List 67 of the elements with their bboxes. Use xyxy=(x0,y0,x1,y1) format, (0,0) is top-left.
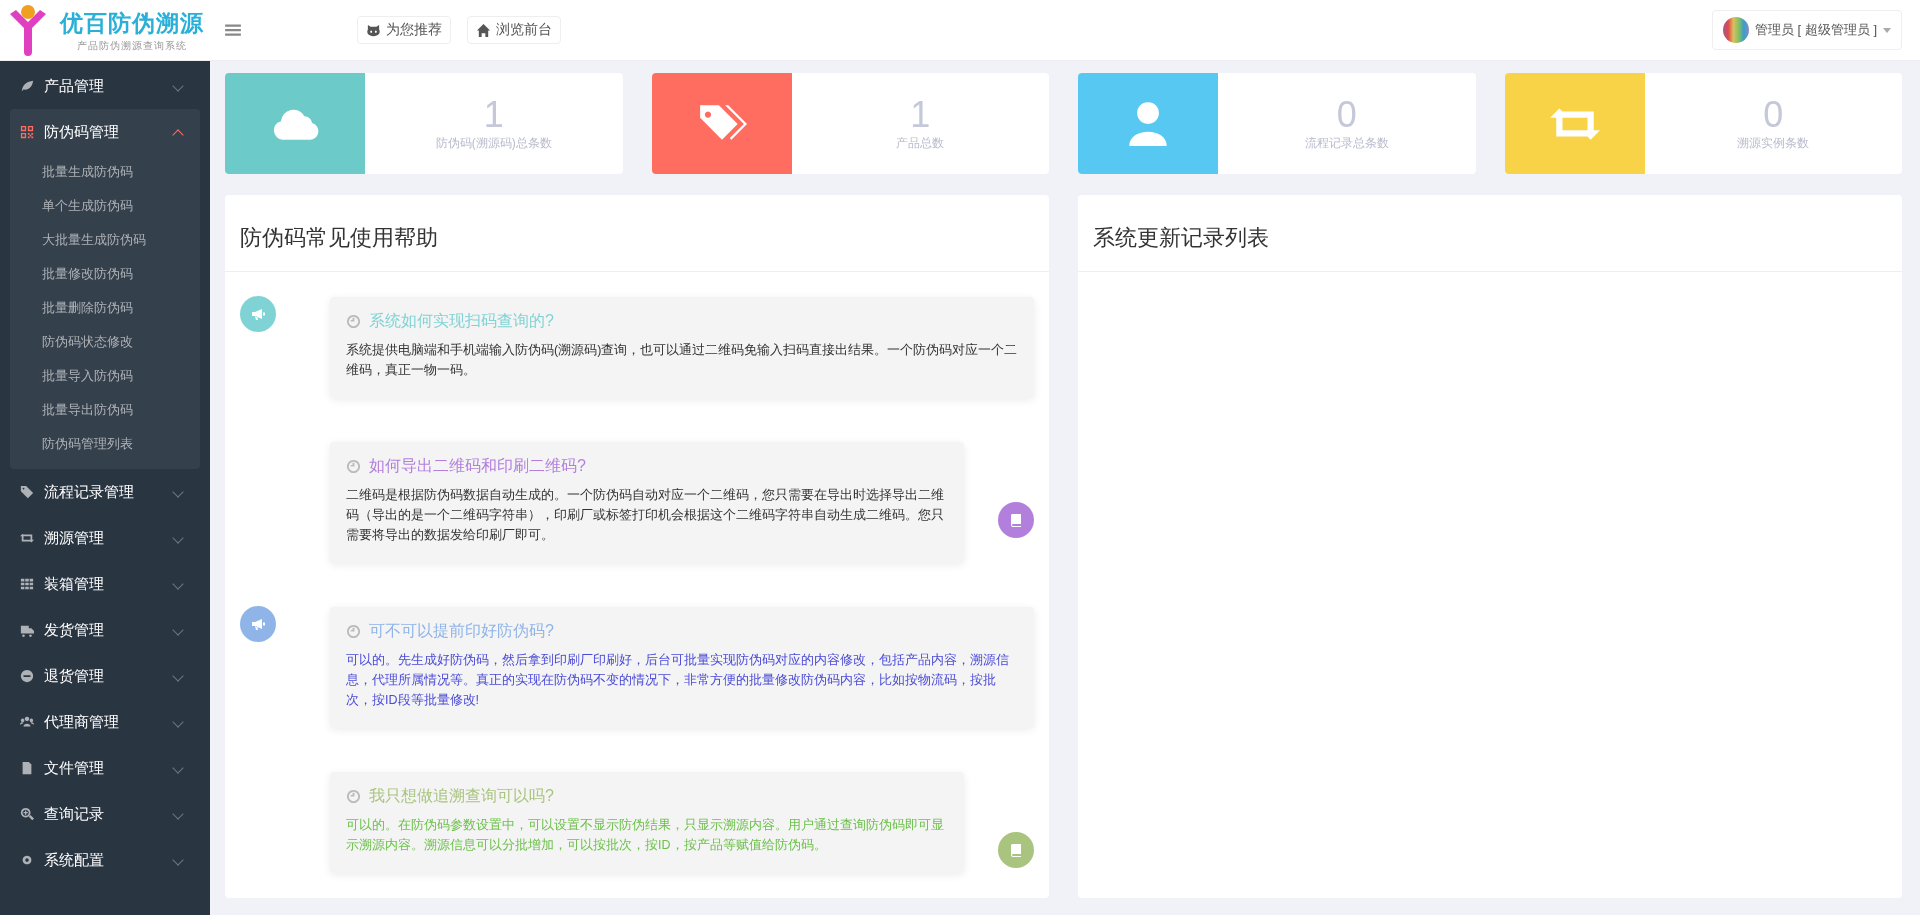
stat-value: 0 xyxy=(1336,95,1357,135)
help-text: 可以的。先生成好防伪码，然后拿到印刷厂印刷好，后台可批量实现防伪码对应的内容修改，包括产品内容，溯源信息，代理所属情况等。真正的实现在防伪码不变的情况下，非常方便的批量修改防伪码内容，比如按物流码，按批次，按ID段等批量修改! xyxy=(346,652,1010,709)
sidebar-item[interactable]: 产品管理 xyxy=(10,63,200,109)
megaphone-icon xyxy=(250,616,266,632)
help-text: 系统提供电脑端和手机端输入防伪码(溯源码)查询，也可以通过二维码免输入扫码直接出结果。一个防伪码对应一个二维码，真正一物一码。 xyxy=(346,342,1018,379)
clock-icon xyxy=(346,459,361,474)
file-icon xyxy=(20,761,34,775)
sidebar-item[interactable]: 装箱管理 xyxy=(10,561,200,607)
user-menu[interactable]: 管理员 [ 超级管理员 ] xyxy=(1711,10,1902,50)
book-icon xyxy=(1008,842,1024,858)
sidebar-item[interactable]: 系统配置 xyxy=(10,837,200,883)
logo-subtitle: 产品防伪溯源查询系统 xyxy=(77,38,187,53)
panel-title: 防伪码常见使用帮助 xyxy=(225,195,1049,272)
submenu-item[interactable]: 防伪码状态修改 xyxy=(10,325,200,359)
book-icon xyxy=(1008,512,1024,528)
tag-icon xyxy=(20,485,34,499)
stat-label: 溯源实例条数 xyxy=(1737,135,1810,152)
leaf-icon xyxy=(20,79,34,93)
stat-label: 流程记录总条数 xyxy=(1304,135,1389,152)
menu-icon xyxy=(224,21,242,39)
help-title: 如何导出二维码和印刷二维码? xyxy=(369,456,586,476)
header-button[interactable]: 为您推荐 xyxy=(357,16,451,44)
clock-icon xyxy=(346,624,361,639)
clock-icon xyxy=(346,314,361,329)
stat-label: 防伪码(溯源码)总条数 xyxy=(435,135,552,152)
truck-icon xyxy=(20,623,34,637)
caret-icon xyxy=(1883,27,1891,33)
help-text: 可以的。在防伪码参数设置中，可以设置不显示防伪结果，只显示溯源内容。用户通过查询防伪码即可显示溯源内容。溯源信息可以分批增加，可以按批次，按ID，按产品等赋值给防伪码。 xyxy=(346,817,945,854)
sidebar-item[interactable]: 文件管理 xyxy=(10,745,200,791)
sidebar-item[interactable]: 流程记录管理 xyxy=(10,469,200,515)
sidebar-item[interactable]: 查询记录 xyxy=(10,791,200,837)
sidebar-item[interactable]: 溯源管理 xyxy=(10,515,200,561)
submenu-item[interactable]: 大批量生成防伪码 xyxy=(10,223,200,257)
stat-value: 1 xyxy=(483,95,504,135)
submenu-item[interactable]: 防伪码管理列表 xyxy=(10,427,200,461)
logo-title: 优百防伪溯源 xyxy=(60,8,204,38)
home-icon xyxy=(476,22,491,38)
help-title: 系统如何实现扫码查询的? xyxy=(369,311,554,331)
submenu-item[interactable]: 批量生成防伪码 xyxy=(10,155,200,189)
users-icon xyxy=(20,715,34,729)
submenu-item[interactable]: 批量修改防伪码 xyxy=(10,257,200,291)
gear-icon xyxy=(20,853,34,867)
header-button[interactable]: 浏览前台 xyxy=(467,16,561,44)
zoom-icon xyxy=(20,807,34,821)
help-text: 二维码是根据防伪码数据自动生成的。一个防伪码自动对应一个二维码，您只需要在导出时选择导出二维码（导出的是一个二维码字符串），印刷厂或标签打印机会根据这个二维码字符串自动生成二维码。您只需要将导出的数据发给印刷厂即可。 xyxy=(346,487,945,544)
stat-value: 0 xyxy=(1763,95,1784,135)
grid-icon xyxy=(20,577,34,591)
minus-icon xyxy=(20,669,34,683)
megaphone-icon xyxy=(250,306,266,322)
help-title: 我只想做追溯查询可以吗? xyxy=(369,786,554,806)
qrcode-icon xyxy=(20,125,34,139)
retweet-icon xyxy=(20,531,34,545)
sidebar-item[interactable]: 代理商管理 xyxy=(10,699,200,745)
avatar xyxy=(1722,17,1749,43)
stat-label: 产品总数 xyxy=(896,135,945,152)
sidebar-item[interactable]: 发货管理 xyxy=(10,607,200,653)
submenu-item[interactable]: 批量导入防伪码 xyxy=(10,359,200,393)
sidebar-item[interactable]: 退货管理 xyxy=(10,653,200,699)
panel-title: 系统更新记录列表 xyxy=(1078,195,1902,272)
submenu-item[interactable]: 批量导出防伪码 xyxy=(10,393,200,427)
stat-value: 1 xyxy=(910,95,931,135)
submenu-item[interactable]: 批量删除防伪码 xyxy=(10,291,200,325)
help-title: 可不可以提前印好防伪码? xyxy=(369,621,554,641)
clock-icon xyxy=(346,789,361,804)
sidebar-item[interactable]: 防伪码管理 xyxy=(10,109,200,155)
submenu-item[interactable]: 单个生成防伪码 xyxy=(10,189,200,223)
menu-toggle[interactable] xyxy=(224,21,242,39)
